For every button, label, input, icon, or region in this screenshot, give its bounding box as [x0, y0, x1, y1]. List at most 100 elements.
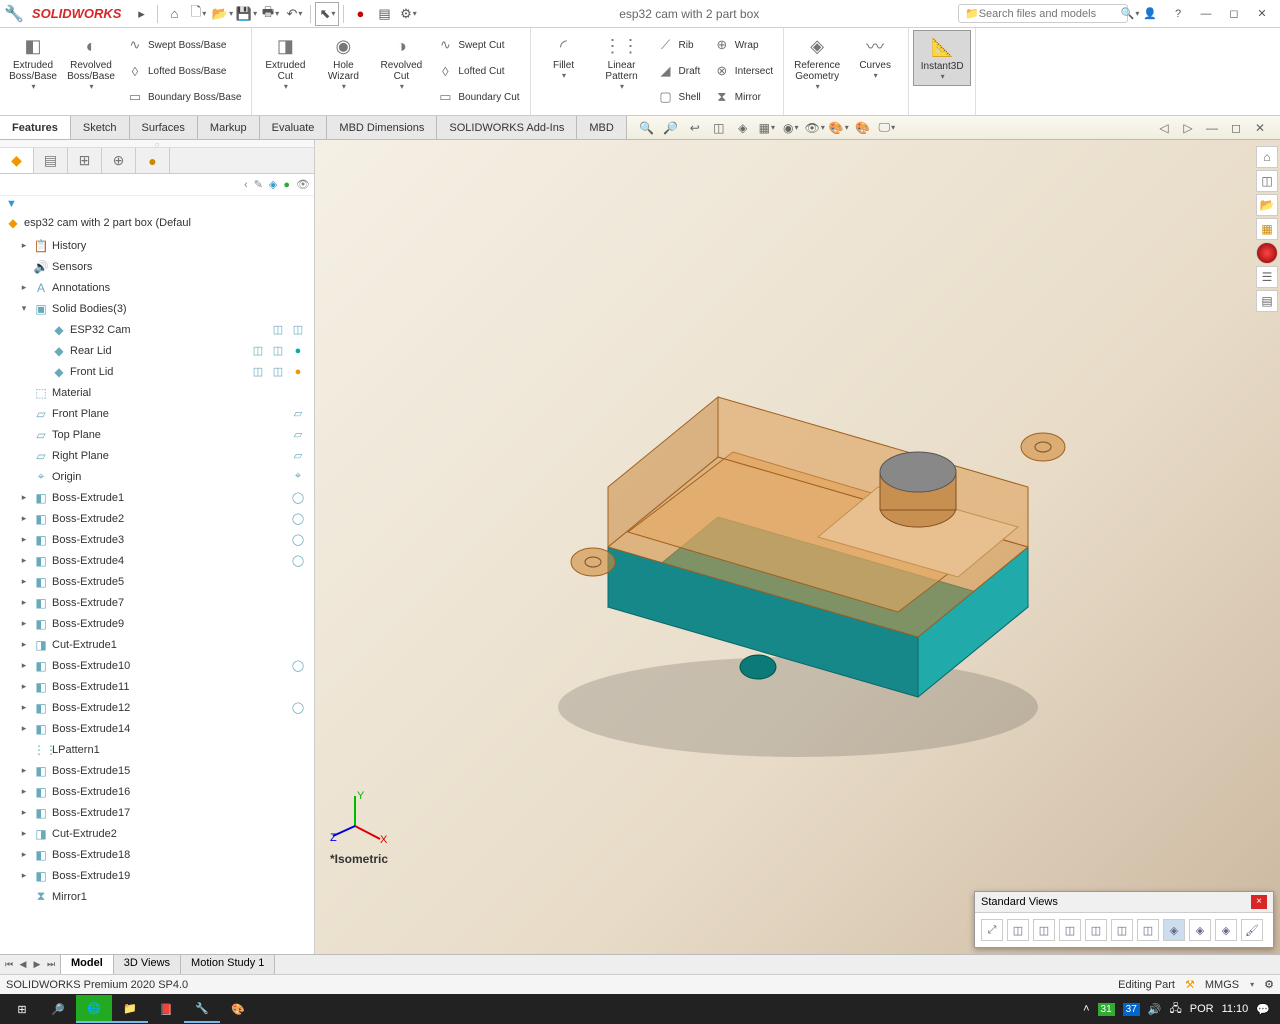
- start-button[interactable]: ⊞: [4, 995, 40, 1023]
- view-iso-button[interactable]: ◈: [1163, 919, 1185, 941]
- hu-dim-button[interactable]: ▦: [1256, 218, 1278, 240]
- view-right-button[interactable]: ◫: [1085, 919, 1107, 941]
- view-front-button[interactable]: ◫: [1007, 919, 1029, 941]
- view-normal-button[interactable]: ⤢: [981, 919, 1003, 941]
- tree-item-top-plane[interactable]: ▱Top Plane▱: [0, 424, 314, 445]
- tree-item-right-plane[interactable]: ▱Right Plane▱: [0, 445, 314, 466]
- view-left-button[interactable]: ◫: [1059, 919, 1081, 941]
- panel-left-button[interactable]: ◁: [1153, 118, 1175, 138]
- tree-item-cut-extrude1[interactable]: ▸◨Cut-Extrude1: [0, 634, 314, 655]
- view-top-button[interactable]: ◫: [1111, 919, 1133, 941]
- doc-min-button[interactable]: —: [1201, 118, 1223, 138]
- tab-markup[interactable]: Markup: [198, 116, 260, 139]
- tab-last-button[interactable]: ⏭: [44, 959, 58, 970]
- tree-item-mirror1[interactable]: ⧗Mirror1: [0, 886, 314, 907]
- ribbon-revolved-cut-button[interactable]: ◑RevolvedCut▾: [372, 30, 430, 112]
- bottom-tab-model[interactable]: Model: [61, 955, 114, 974]
- property-tab[interactable]: ▤: [34, 148, 68, 173]
- task-search-button[interactable]: 🔎: [40, 995, 76, 1023]
- prev-view-button[interactable]: ↩: [684, 118, 706, 138]
- status-custom-button[interactable]: ⚙: [1264, 978, 1274, 991]
- std-views-close-button[interactable]: ×: [1251, 895, 1267, 909]
- tree-item-boss-extrude5[interactable]: ▸◧Boss-Extrude5: [0, 571, 314, 592]
- tree-item-boss-extrude12[interactable]: ▸◧Boss-Extrude12◯: [0, 697, 314, 718]
- view-tri-button[interactable]: ◈: [1189, 919, 1211, 941]
- ribbon-rib-button[interactable]: ⟋Rib: [653, 32, 705, 58]
- home-button[interactable]: ⌂: [162, 2, 186, 26]
- undo-button[interactable]: ↶▾: [282, 2, 306, 26]
- search-box[interactable]: 📁 🔍▾: [958, 4, 1128, 23]
- close-button[interactable]: ✕: [1248, 2, 1276, 26]
- doc-max-button[interactable]: ◻: [1225, 118, 1247, 138]
- filter-button[interactable]: ✎: [254, 178, 263, 191]
- select-button[interactable]: ⬉▾: [315, 2, 339, 26]
- tree-item-boss-extrude1[interactable]: ▸◧Boss-Extrude1◯: [0, 487, 314, 508]
- tree-item-boss-extrude7[interactable]: ▸◧Boss-Extrude7: [0, 592, 314, 613]
- hu-home-button[interactable]: ⌂: [1256, 146, 1278, 168]
- cube-button[interactable]: ◈: [269, 178, 277, 191]
- tree-item-esp32-cam[interactable]: ◆ESP32 Cam◫◫: [0, 319, 314, 340]
- tree-item-history[interactable]: ▸📋History: [0, 235, 314, 256]
- display-style-button[interactable]: ▦▾: [756, 118, 778, 138]
- tab-mbd[interactable]: MBD: [577, 116, 626, 139]
- task-app2-button[interactable]: 🎨: [220, 995, 256, 1023]
- tree-item-boss-extrude9[interactable]: ▸◧Boss-Extrude9: [0, 613, 314, 634]
- tree-item-solid-bodies-3-[interactable]: ▾▣Solid Bodies(3): [0, 298, 314, 319]
- tree-item-lpattern1[interactable]: ⋮⋮LPattern1: [0, 739, 314, 760]
- ribbon-linear-pattern-button[interactable]: ⋮⋮LinearPattern▾: [593, 30, 651, 112]
- tree-item-boss-extrude16[interactable]: ▸◧Boss-Extrude16: [0, 781, 314, 802]
- task-explorer-button[interactable]: 📁: [112, 995, 148, 1023]
- tab-surfaces[interactable]: Surfaces: [130, 116, 198, 139]
- ribbon-swept-cut-button[interactable]: ∿Swept Cut: [432, 32, 523, 58]
- eye-button[interactable]: 👁: [296, 178, 310, 191]
- task-app1-button[interactable]: 📕: [148, 995, 184, 1023]
- hu-prop-button[interactable]: ▤: [1256, 290, 1278, 312]
- tree-item-boss-extrude3[interactable]: ▸◧Boss-Extrude3◯: [0, 529, 314, 550]
- ribbon-extruded-boss-base-button[interactable]: ◧ExtrudedBoss/Base▾: [4, 30, 62, 112]
- zoom-fit-button[interactable]: 🔍: [636, 118, 658, 138]
- ribbon-hole-wizard-button[interactable]: ◉HoleWizard▾: [314, 30, 372, 112]
- view-orient-button[interactable]: ◈: [732, 118, 754, 138]
- display-tab[interactable]: ●: [136, 148, 170, 173]
- tab-features[interactable]: Features: [0, 116, 71, 139]
- tree-item-front-plane[interactable]: ▱Front Plane▱: [0, 403, 314, 424]
- ribbon-revolved-boss-base-button[interactable]: ◐RevolvedBoss/Base▾: [62, 30, 120, 112]
- ribbon-extruded-cut-button[interactable]: ◨ExtrudedCut▾: [256, 30, 314, 112]
- status-units[interactable]: MMGS: [1205, 979, 1239, 991]
- panel-right-button[interactable]: ▷: [1177, 118, 1199, 138]
- filter-icon[interactable]: ▼: [6, 198, 17, 210]
- ribbon-shell-button[interactable]: ▢Shell: [653, 84, 705, 110]
- tree-item-boss-extrude18[interactable]: ▸◧Boss-Extrude18: [0, 844, 314, 865]
- task-solidworks-button[interactable]: 🔧: [184, 995, 220, 1023]
- minimize-button[interactable]: —: [1192, 2, 1220, 26]
- tree-item-annotations[interactable]: ▸AAnnotations: [0, 277, 314, 298]
- doc-close-button[interactable]: ✕: [1249, 118, 1271, 138]
- tab-evaluate[interactable]: Evaluate: [260, 116, 328, 139]
- tree-item-boss-extrude14[interactable]: ▸◧Boss-Extrude14: [0, 718, 314, 739]
- tab-first-button[interactable]: ⏮: [2, 959, 16, 970]
- hu-open-button[interactable]: 📂: [1256, 194, 1278, 216]
- view-link-button[interactable]: 🖌: [1241, 919, 1263, 941]
- tray-network-icon[interactable]: 🖧: [1169, 1000, 1181, 1019]
- tree-root[interactable]: ◆ esp32 cam with 2 part box (Defaul: [0, 212, 314, 233]
- view-settings-button[interactable]: 🖵▾: [876, 118, 898, 138]
- user-button[interactable]: 👤: [1136, 2, 1164, 26]
- tab-solidworks-add-ins[interactable]: SOLIDWORKS Add-Ins: [437, 116, 577, 139]
- tab-next-button[interactable]: ▶: [30, 959, 44, 970]
- apply-appearance-button[interactable]: 🎨: [852, 118, 874, 138]
- tray-volume-icon[interactable]: 🔊: [1148, 1003, 1162, 1016]
- status-rebuild-icon[interactable]: ⚒: [1185, 978, 1195, 991]
- options-list-button[interactable]: ▤: [372, 2, 396, 26]
- ribbon-boundary-cut-button[interactable]: ▭Boundary Cut: [432, 84, 523, 110]
- tray-lang[interactable]: POR: [1190, 1003, 1214, 1015]
- config-tab[interactable]: ⊞: [68, 148, 102, 173]
- zoom-area-button[interactable]: 🔎: [660, 118, 682, 138]
- ribbon-reference-geometry-button[interactable]: ◈ReferenceGeometry▾: [788, 30, 846, 95]
- sphere-button[interactable]: ●: [283, 179, 290, 191]
- tree-item-origin[interactable]: ⌖Origin⌖: [0, 466, 314, 487]
- viewport[interactable]: ⌂ ◫ 📂 ▦ ☰ ▤ Y X Z *Isometric Standard Vi…: [315, 140, 1280, 954]
- tree-item-boss-extrude15[interactable]: ▸◧Boss-Extrude15: [0, 760, 314, 781]
- ribbon-boundary-boss-base-button[interactable]: ▭Boundary Boss/Base: [122, 84, 245, 110]
- maximize-button[interactable]: ◻: [1220, 2, 1248, 26]
- view-triad[interactable]: Y X Z: [330, 791, 390, 854]
